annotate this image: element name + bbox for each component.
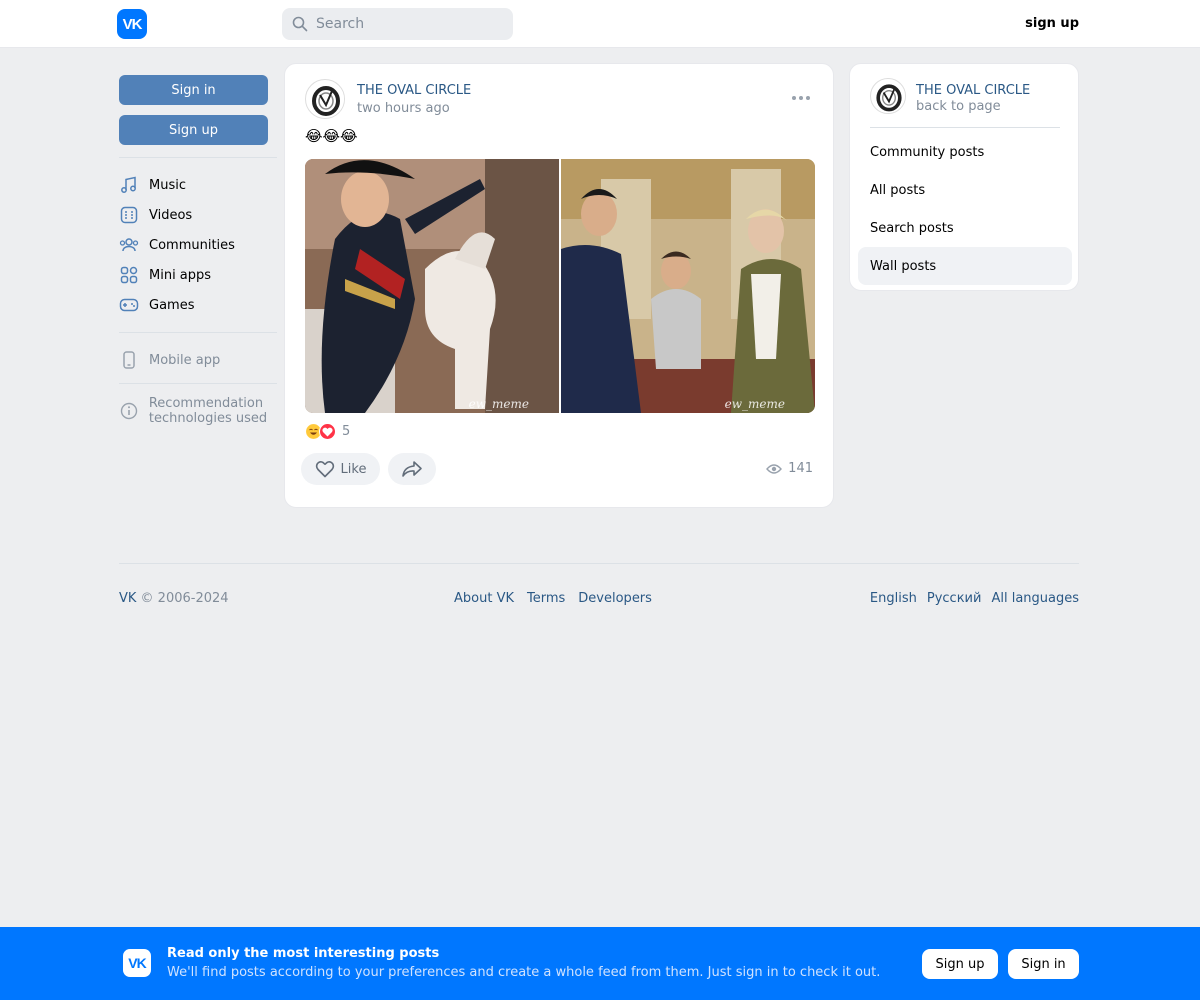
signup-button[interactable]: Sign up	[119, 115, 268, 145]
like-label: Like	[340, 461, 367, 477]
mobile-phone-icon	[119, 350, 139, 370]
search-input[interactable]	[316, 16, 496, 32]
post-author-link[interactable]: THE OVAL CIRCLE	[357, 83, 471, 98]
sidebar-item-label: Communities	[149, 237, 235, 253]
post-timestamp[interactable]: two hours ago	[357, 101, 450, 116]
language-english[interactable]: English	[870, 591, 917, 606]
share-button[interactable]	[388, 453, 436, 485]
sidebar-item-mini-apps[interactable]: Mini apps	[119, 260, 268, 290]
like-button[interactable]: Like	[301, 453, 380, 485]
top-header: VK sign up	[0, 0, 1200, 48]
menu-item-all-posts[interactable]: All posts	[858, 171, 1072, 209]
communities-icon	[119, 235, 139, 255]
left-sidebar: Sign in Sign up Music Videos Communities…	[119, 75, 277, 426]
share-icon	[402, 461, 422, 477]
banner-subtitle: We'll find posts according to your prefe…	[167, 965, 881, 980]
sidebar-item-videos[interactable]: Videos	[119, 200, 268, 230]
community-avatar[interactable]	[305, 79, 345, 119]
signin-button[interactable]: Sign in	[119, 75, 268, 105]
search-box[interactable]	[282, 8, 513, 40]
signin-promo-banner: VK Read only the most interesting posts …	[0, 927, 1200, 1000]
mini-apps-icon	[119, 265, 139, 285]
sidebar-item-label: Mobile app	[149, 352, 221, 368]
footer-link-terms[interactable]: Terms	[527, 591, 565, 606]
more-options-icon[interactable]	[789, 92, 813, 104]
footer-links: About VK Terms Developers	[454, 591, 652, 606]
gamepad-icon	[119, 295, 139, 315]
search-icon	[292, 16, 308, 32]
heart-icon	[315, 461, 334, 478]
footer-link-developers[interactable]: Developers	[578, 591, 652, 606]
copyright-text: © 2006-2024	[136, 591, 229, 606]
banner-signup-button[interactable]: Sign up	[922, 949, 998, 979]
sidebar-item-label: Videos	[149, 207, 193, 223]
sidebar-item-label: Music	[149, 177, 186, 193]
sidebar-item-label: Recommendation technologies used	[148, 396, 268, 426]
menu-item-wall-posts[interactable]: Wall posts	[858, 247, 1072, 285]
sidebar-item-mobile-app[interactable]: Mobile app	[119, 345, 268, 375]
community-side-card: THE OVAL CIRCLE back to page Community p…	[849, 63, 1079, 291]
header-signup-link[interactable]: sign up	[1025, 16, 1079, 31]
sidebar-item-games[interactable]: Games	[119, 290, 268, 320]
video-icon	[119, 205, 139, 225]
views-count: 141	[788, 461, 813, 476]
language-russian[interactable]: Русский	[927, 591, 982, 606]
nav-divider	[119, 157, 277, 158]
sidebar-item-communities[interactable]: Communities	[119, 230, 268, 260]
photo-watermark: ew_meme	[468, 397, 529, 411]
community-avatar[interactable]	[870, 78, 906, 114]
eye-icon	[766, 463, 783, 474]
post-photos: ew_meme ew_meme	[305, 159, 815, 413]
post-photo-1[interactable]: ew_meme	[305, 159, 559, 413]
music-icon	[119, 175, 139, 195]
vk-home-link[interactable]: VK	[119, 591, 136, 606]
vk-logo[interactable]: VK	[117, 9, 147, 39]
views-counter: 141	[766, 461, 813, 476]
info-icon	[119, 401, 139, 421]
posts-menu: Community posts All posts Search posts W…	[858, 133, 1072, 285]
footer-divider	[119, 563, 1079, 564]
post-photo-2[interactable]: ew_meme	[561, 159, 815, 413]
menu-item-community-posts[interactable]: Community posts	[858, 133, 1072, 171]
community-name-link[interactable]: THE OVAL CIRCLE	[916, 83, 1030, 98]
sidebar-item-label: Mini apps	[149, 267, 212, 283]
footer-languages: English Русский All languages	[870, 591, 1079, 606]
sidebar-item-music[interactable]: Music	[119, 170, 268, 200]
post-text: 😂😂😂	[305, 127, 358, 145]
vk-logo: VK	[123, 949, 151, 977]
menu-item-search-posts[interactable]: Search posts	[858, 209, 1072, 247]
nav-divider	[119, 332, 277, 333]
wall-post: THE OVAL CIRCLE two hours ago 😂😂😂 ew_mem…	[284, 63, 834, 508]
reaction-count: 5	[342, 424, 351, 439]
footer-copyright: VK © 2006-2024	[119, 591, 229, 606]
nav-divider	[119, 383, 277, 384]
sidebar-item-recommendation[interactable]: Recommendation technologies used	[119, 396, 268, 426]
card-divider	[870, 127, 1060, 128]
footer-link-about[interactable]: About VK	[454, 591, 514, 606]
photo-watermark: ew_meme	[724, 397, 785, 411]
language-all[interactable]: All languages	[991, 591, 1079, 606]
back-to-page-link[interactable]: back to page	[916, 99, 1001, 114]
sidebar-item-label: Games	[149, 297, 195, 313]
banner-title: Read only the most interesting posts	[167, 946, 440, 961]
banner-signin-button[interactable]: Sign in	[1008, 949, 1079, 979]
reactions-summary[interactable]: 5	[305, 423, 350, 440]
heart-reaction-icon	[319, 423, 336, 440]
